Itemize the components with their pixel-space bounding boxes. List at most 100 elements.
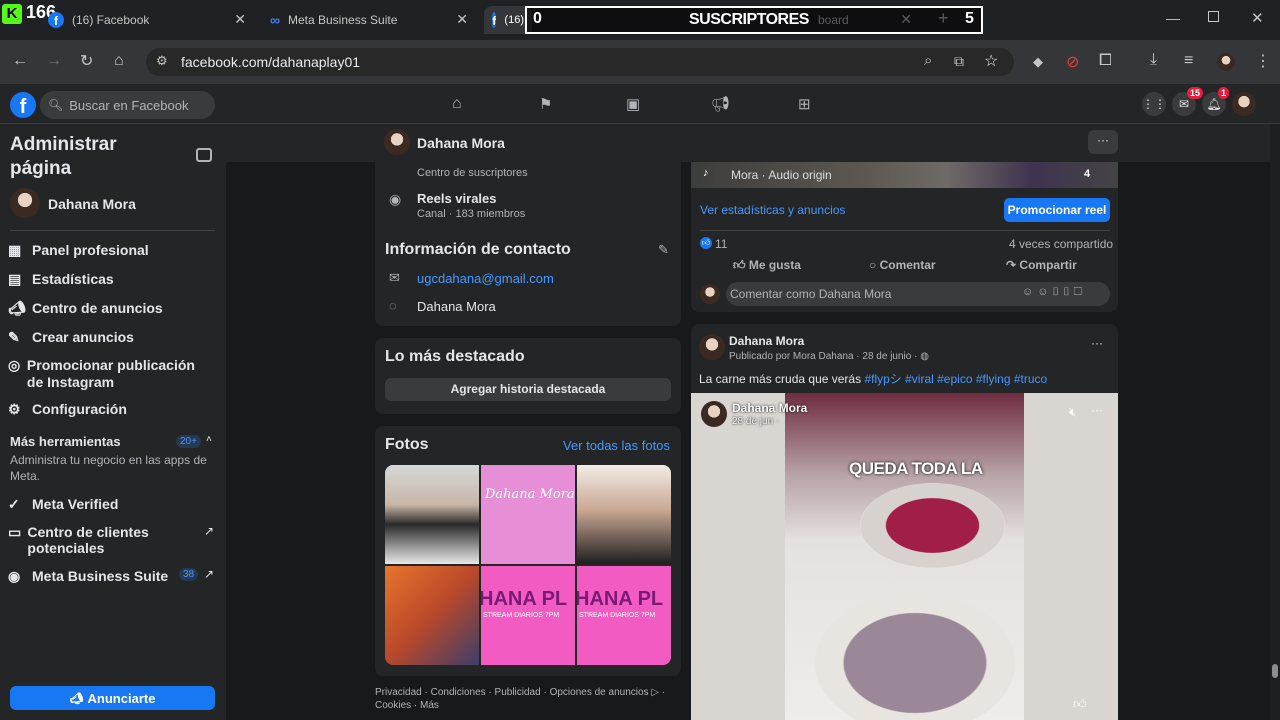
minimize-button[interactable]: — (1166, 10, 1180, 26)
edit-pencil-icon[interactable]: ✎ (658, 242, 669, 258)
footer-link[interactable]: Condiciones (431, 687, 486, 698)
see-all-photos-link[interactable]: Ver todas las fotos (563, 438, 670, 453)
photo-thumbnail[interactable]: HANA PL STREAM DIARIOS 7PM (577, 566, 671, 665)
subscriber-overlay: 0 SUSCRIPTORES 5 (525, 6, 983, 34)
close-tab-icon[interactable]: ✕ (456, 11, 468, 28)
nav-video-icon[interactable]: ▣ (626, 95, 640, 113)
collapse-sidebar-icon[interactable] (196, 148, 212, 162)
install-app-icon[interactable]: ⧉ (954, 53, 964, 70)
footer-link[interactable]: Cookies (375, 700, 411, 711)
menu-grid-icon[interactable]: ⋮⋮ (1142, 92, 1166, 116)
home-icon[interactable]: ⌂ (114, 52, 124, 70)
more-options-button[interactable]: ··· (1088, 130, 1118, 154)
sidebar-item-business-suite[interactable]: ◉ Meta Business Suite (8, 568, 168, 585)
sidebar-item-panel[interactable]: ▦ Panel profesional (8, 242, 149, 259)
bookmark-star-icon[interactable]: ☆ (984, 51, 998, 71)
sidebar-item-ads-center[interactable]: 📣︎ Centro de anuncios (8, 300, 163, 317)
back-arrow-icon[interactable]: ← (12, 52, 28, 70)
reload-icon[interactable]: ↻ (80, 51, 93, 71)
footer-link[interactable]: Privacidad (375, 687, 422, 698)
post-caption: La carne más cruda que verás #flypシ #vir… (699, 372, 1048, 386)
close-window-button[interactable]: ✕ (1251, 9, 1264, 27)
video-options-icon[interactable]: ··· (1091, 403, 1103, 417)
channel-name[interactable]: Reels virales (417, 191, 497, 206)
sidebar-item-promote-instagram[interactable]: ◎ Promocionar publicación de Instagram (8, 357, 213, 391)
profile-avatar[interactable] (1232, 92, 1256, 116)
video-like-icon[interactable]: 👍︎ (1073, 696, 1087, 712)
extension-red-icon[interactable]: ⊘ (1066, 52, 1079, 72)
verified-icon: ✓ (8, 496, 20, 512)
facebook-logo-icon[interactable]: f (10, 92, 36, 118)
nav-home-icon[interactable]: ⌂ (452, 95, 462, 113)
comment-input[interactable]: Comentar como Dahana Mora ☺☺⌷⌷☐ (726, 282, 1110, 306)
share-button[interactable]: ↷ Compartir (1006, 258, 1077, 272)
tab-facebook-1[interactable]: f (16) Facebook ✕ (40, 6, 254, 34)
post-author-name[interactable]: Dahana Mora (729, 334, 804, 348)
sidebar-profile-avatar[interactable] (10, 188, 40, 218)
footer-link[interactable]: Publicidad (495, 687, 541, 698)
add-highlight-button[interactable]: Agregar historia destacada (385, 378, 671, 401)
more-tools-heading[interactable]: Más herramientas (10, 434, 121, 449)
photo-thumbnail[interactable]: Dahana Mora (481, 465, 575, 564)
sidebar-item-stats[interactable]: ▤ Estadísticas (8, 271, 114, 288)
like-button[interactable]: 👍︎ Me gusta (733, 258, 801, 273)
sidebar-item-settings[interactable]: ⚙ Configuración (8, 401, 127, 418)
tab-meta-business[interactable]: ∞ Meta Business Suite ✕ (262, 6, 476, 34)
contact-messenger[interactable]: Dahana Mora (417, 299, 496, 314)
advertise-button[interactable]: 📣︎ Anunciarte (10, 686, 215, 710)
chevron-up-icon[interactable]: ˄ (206, 434, 212, 445)
browser-profile-avatar[interactable] (1217, 53, 1235, 71)
extension-diamond-icon[interactable]: ◆ (1033, 54, 1043, 70)
stats-and-ads-link[interactable]: Ver estadísticas y anuncios (700, 203, 845, 217)
contact-email[interactable]: ugcdahana@gmail.com (417, 271, 554, 286)
sidebar-profile-name[interactable]: Dahana Mora (48, 196, 136, 212)
page-scrollbar[interactable] (1270, 124, 1280, 720)
search-input[interactable]: 🔍︎ Buscar en Facebook (40, 91, 215, 119)
photo-thumbnail[interactable]: HANA PL STREAM DIARIOS 7PM (481, 566, 575, 665)
video-caption: QUEDA TODA LA (849, 459, 983, 478)
download-icon[interactable]: ⤓ (1150, 51, 1157, 69)
post-author-avatar[interactable] (699, 334, 725, 360)
nav-megaphone-icon[interactable]: 📢︎ (711, 95, 730, 113)
address-bar[interactable]: ⚙ facebook.com/dahanaplay01 ⌕ ⧉ ☆ (146, 48, 1014, 76)
footer-link[interactable]: Opciones de anuncios (550, 687, 649, 698)
promote-reel-button[interactable]: Promocionar reel (1004, 198, 1110, 222)
highlights-card: Lo más destacado Agregar historia destac… (375, 338, 681, 414)
photo-thumbnail[interactable] (385, 566, 479, 665)
page-avatar[interactable] (384, 129, 410, 155)
forward-arrow-icon[interactable]: → (46, 52, 62, 70)
video-author-name[interactable]: Dahana Mora (732, 401, 807, 415)
sidebar-item-leads-center[interactable]: ▭ Centro de clientes potenciales (8, 524, 178, 556)
site-settings-icon[interactable]: ⚙ (156, 53, 168, 69)
reel-video[interactable]: QUEDA TODA LA Dahana Mora 28 de jun · 🔇︎… (691, 393, 1118, 720)
nav-marketplace-icon[interactable]: ⊞ (798, 95, 811, 113)
contacts-icon: ▭ (8, 524, 22, 540)
footer-link[interactable]: Más (420, 700, 439, 711)
share-count[interactable]: 4 veces compartido (1009, 237, 1113, 251)
audio-label[interactable]: Mora · Audio origin (731, 168, 832, 182)
comment-button[interactable]: ○ Comentar (869, 258, 936, 272)
page-name[interactable]: Dahana Mora (417, 135, 505, 151)
media-control-icon[interactable]: ≡ (1184, 52, 1193, 70)
post-hashtags[interactable]: #flypシ #viral #epico #flying #truco (864, 372, 1047, 386)
post-options-icon[interactable]: ··· (1091, 336, 1103, 350)
nav-flag-icon[interactable]: ⚑ (539, 95, 552, 113)
reaction-count[interactable]: 11 (715, 237, 727, 251)
scrollbar-thumb[interactable] (1272, 664, 1278, 678)
sidebar-item-meta-verified[interactable]: ✓ Meta Verified (8, 496, 118, 513)
sidebar-item-create-ads[interactable]: ✎ Crear anuncios (8, 329, 134, 346)
close-tab-icon[interactable]: ✕ (234, 11, 246, 28)
photo-thumbnail[interactable] (385, 465, 479, 564)
photos-title: Fotos (385, 436, 429, 453)
zoom-icon[interactable]: ⌕ (924, 52, 932, 69)
browser-menu-icon[interactable]: ⋮ (1255, 51, 1271, 71)
video-frame: QUEDA TODA LA (785, 393, 1024, 720)
restore-button[interactable] (1208, 11, 1219, 22)
comment-icon: ○ (869, 258, 877, 272)
emoji-icons[interactable]: ☺☺⌷⌷☐ (1022, 286, 1086, 299)
photo-thumbnail[interactable] (577, 465, 671, 564)
subscribers-center-label[interactable]: Centro de suscriptores (417, 167, 528, 179)
post-card: ♪ Mora · Audio origin 4 Ver estadísticas… (691, 162, 1118, 312)
mute-icon[interactable]: 🔇︎ (1069, 405, 1077, 420)
extensions-puzzle-icon[interactable]: ⧠ (1099, 52, 1112, 70)
